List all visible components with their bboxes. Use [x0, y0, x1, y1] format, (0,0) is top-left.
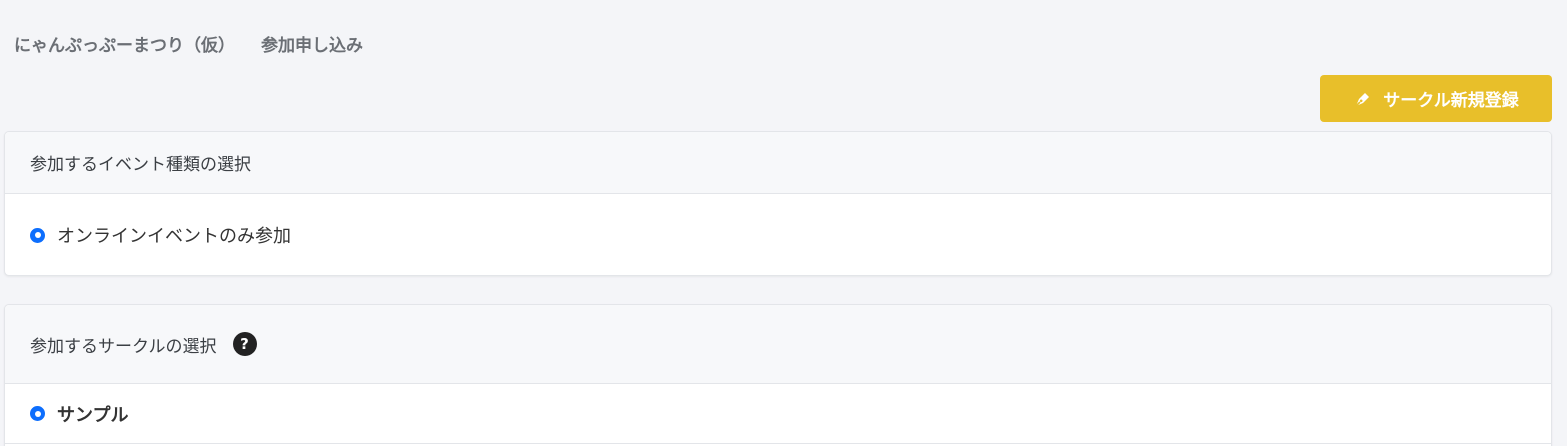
event-type-option[interactable]: オンラインイベントのみ参加: [5, 194, 1551, 275]
page-title: 参加申し込み: [261, 36, 363, 56]
circle-card-header: 参加するサークルの選択 ?: [5, 305, 1551, 384]
event-type-card: 参加するイベント種類の選択 オンラインイベントのみ参加: [4, 131, 1552, 276]
event-type-card-header: 参加するイベント種類の選択: [5, 132, 1551, 194]
circle-option[interactable]: サンプル: [5, 384, 1551, 444]
help-icon[interactable]: ?: [232, 332, 257, 356]
circle-card: 参加するサークルの選択 ? サンプル: [4, 304, 1552, 446]
page: にゃんぷっぷーまつり（仮） 参加申し込み サークル新規登録 参加するイベント種類…: [0, 0, 1567, 446]
sample-circle-radio[interactable]: [30, 406, 45, 421]
pen-icon: [1353, 89, 1373, 109]
event-type-title: 参加するイベント種類の選択: [30, 155, 251, 175]
new-circle-button-label: サークル新規登録: [1383, 91, 1519, 111]
online-only-label[interactable]: オンラインイベントのみ参加: [57, 222, 291, 248]
circle-section-title: 参加するサークルの選択: [30, 336, 217, 357]
sample-circle-label[interactable]: サンプル: [57, 401, 128, 427]
event-name: にゃんぷっぷーまつり（仮）: [14, 36, 235, 56]
page-header: にゃんぷっぷーまつり（仮） 参加申し込み: [14, 31, 363, 56]
new-circle-button[interactable]: サークル新規登録: [1320, 75, 1552, 122]
online-only-radio[interactable]: [30, 227, 45, 243]
